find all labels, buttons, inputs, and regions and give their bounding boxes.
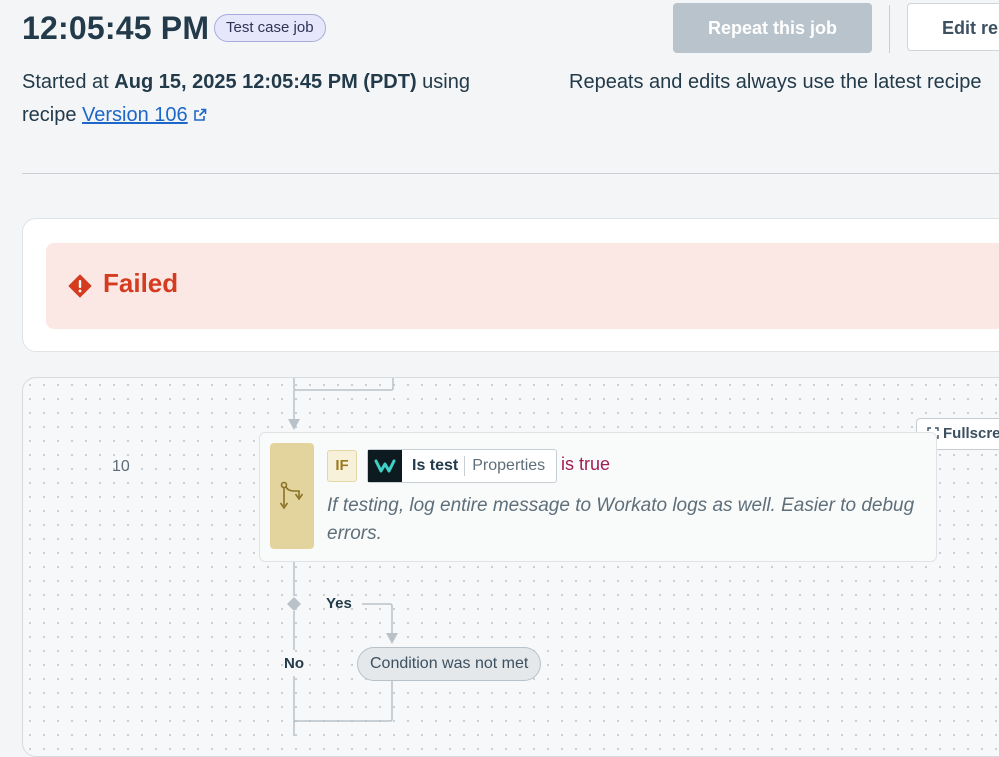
condition-operator: is true bbox=[561, 454, 611, 474]
branch-icon bbox=[279, 481, 304, 510]
if-step-sidebar bbox=[270, 443, 314, 549]
branch-no-label: No bbox=[284, 655, 304, 672]
step-number: 10 bbox=[112, 458, 130, 475]
datapill-is-test[interactable]: Is test Properties bbox=[367, 449, 558, 483]
if-keyword: IF bbox=[327, 450, 357, 482]
fullscreen-label: Fullscre bbox=[943, 425, 999, 442]
datapill-type: Properties bbox=[472, 457, 546, 474]
branch-yes-label: Yes bbox=[326, 595, 352, 612]
step-description: If testing, log entire message to Workat… bbox=[327, 495, 915, 544]
workato-logo-icon bbox=[368, 450, 402, 482]
condition-result-pill[interactable]: Condition was not met bbox=[357, 647, 542, 681]
flow-connectors bbox=[287, 378, 398, 736]
datapill-name: Is test bbox=[412, 457, 459, 474]
